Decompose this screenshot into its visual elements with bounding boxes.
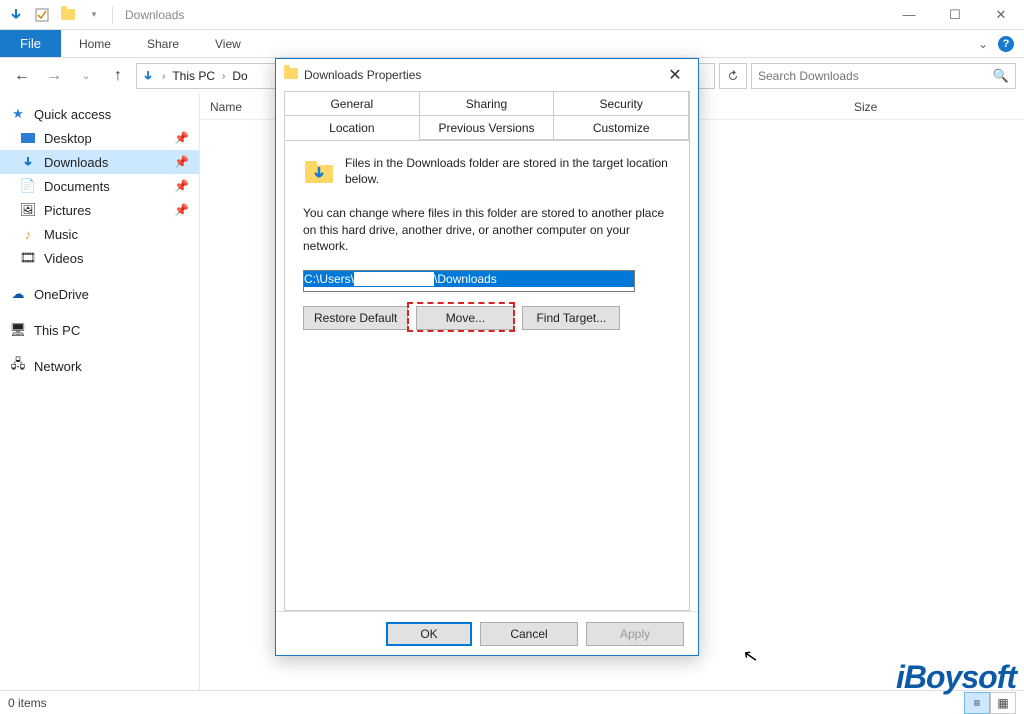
search-box[interactable]: 🔍 <box>751 63 1016 89</box>
sidebar: ★ Quick access Desktop 📌 Downloads 📌 📄 D… <box>0 94 200 690</box>
dialog-tabs: General Sharing Security Location Previo… <box>284 91 690 141</box>
close-button[interactable]: ✕ <box>978 0 1024 30</box>
sidebar-label: Network <box>34 359 82 374</box>
forward-button[interactable]: → <box>40 62 68 90</box>
sidebar-item-label: Pictures <box>44 203 91 218</box>
tab-previous-versions[interactable]: Previous Versions <box>419 115 555 140</box>
pin-icon: 📌 <box>174 203 189 217</box>
app-arrow-icon <box>4 3 28 27</box>
videos-icon: 🎞 <box>20 250 36 266</box>
sidebar-network[interactable]: 🖧 Network <box>0 354 199 378</box>
tab-general[interactable]: General <box>284 91 420 116</box>
ribbon: File Home Share View ⌄ ? <box>0 30 1024 58</box>
sidebar-onedrive[interactable]: ☁ OneDrive <box>0 282 199 306</box>
sidebar-thispc[interactable]: 🖥 This PC <box>0 318 199 342</box>
find-target-button[interactable]: Find Target... <box>522 306 620 330</box>
path-redacted <box>354 272 434 286</box>
info-text-1: Files in the Downloads folder are stored… <box>345 155 671 187</box>
up-button[interactable]: ↑ <box>104 62 132 90</box>
qa-dropdown-icon[interactable]: ▾ <box>82 3 106 27</box>
column-size[interactable]: Size <box>844 100 1024 114</box>
tab-customize[interactable]: Customize <box>553 115 689 140</box>
dialog-footer: OK Cancel Apply <box>276 611 698 655</box>
dialog-titlebar[interactable]: Downloads Properties ✕ <box>276 59 698 91</box>
path-part-1: C:\Users\ <box>304 272 354 286</box>
sidebar-item-videos[interactable]: 🎞 Videos <box>0 246 199 270</box>
tab-security[interactable]: Security <box>553 91 689 116</box>
title-bar: ▾ Downloads — ☐ ✕ <box>0 0 1024 30</box>
network-icon: 🖧 <box>10 358 26 374</box>
dialog-body: Files in the Downloads folder are stored… <box>284 141 690 611</box>
sidebar-label: OneDrive <box>34 287 89 302</box>
desktop-icon <box>20 130 36 146</box>
crumb-thispc[interactable]: This PC <box>172 69 215 83</box>
dialog-close-button[interactable]: ✕ <box>660 65 690 85</box>
ribbon-expand-icon[interactable]: ⌄ <box>978 37 988 51</box>
sidebar-item-label: Downloads <box>44 155 108 170</box>
pin-icon: 📌 <box>174 155 189 169</box>
ok-button[interactable]: OK <box>386 622 472 646</box>
dialog-folder-icon <box>284 68 298 82</box>
sidebar-item-label: Desktop <box>44 131 92 146</box>
sidebar-item-downloads[interactable]: Downloads 📌 <box>0 150 199 174</box>
qa-properties-icon[interactable] <box>30 3 54 27</box>
location-path-input[interactable]: C:\Users\ \Downloads <box>303 270 635 292</box>
sidebar-label: Quick access <box>34 107 111 122</box>
sidebar-item-pictures[interactable]: 🖼 Pictures 📌 <box>0 198 199 222</box>
back-button[interactable]: ← <box>8 62 36 90</box>
tab-view[interactable]: View <box>197 30 259 57</box>
move-button[interactable]: Move... <box>416 306 514 330</box>
sidebar-quick-access[interactable]: ★ Quick access <box>0 102 199 126</box>
sidebar-item-label: Music <box>44 227 78 242</box>
refresh-button[interactable] <box>719 63 747 89</box>
info-text-2: You can change where files in this folde… <box>303 205 671 254</box>
help-icon[interactable]: ? <box>998 36 1014 52</box>
pc-icon: 🖥 <box>10 322 26 338</box>
apply-button[interactable]: Apply <box>586 622 684 646</box>
file-tab[interactable]: File <box>0 30 61 57</box>
sidebar-item-music[interactable]: ♪ Music <box>0 222 199 246</box>
path-part-2: \Downloads <box>434 272 497 286</box>
download-icon <box>20 154 36 170</box>
document-icon: 📄 <box>20 178 36 194</box>
maximize-button[interactable]: ☐ <box>932 0 978 30</box>
pin-icon: 📌 <box>174 131 189 145</box>
search-input[interactable] <box>758 69 958 83</box>
restore-default-button[interactable]: Restore Default <box>303 306 408 330</box>
cancel-button[interactable]: Cancel <box>480 622 578 646</box>
cloud-icon: ☁ <box>10 286 26 302</box>
star-icon: ★ <box>10 106 26 122</box>
downloads-folder-icon <box>303 155 335 187</box>
minimize-button[interactable]: — <box>886 0 932 30</box>
sidebar-item-documents[interactable]: 📄 Documents 📌 <box>0 174 199 198</box>
sidebar-item-desktop[interactable]: Desktop 📌 <box>0 126 199 150</box>
watermark: iBoysoft <box>896 659 1016 696</box>
sidebar-item-label: Videos <box>44 251 84 266</box>
crumb-sep-icon: › <box>159 71 168 82</box>
tab-location[interactable]: Location <box>284 115 420 140</box>
tab-sharing[interactable]: Sharing <box>419 91 555 116</box>
dialog-title-text: Downloads Properties <box>304 68 421 82</box>
tab-share[interactable]: Share <box>129 30 197 57</box>
window-title: Downloads <box>125 8 184 22</box>
status-items: 0 items <box>8 696 47 710</box>
search-icon: 🔍 <box>993 68 1009 84</box>
pin-icon: 📌 <box>174 179 189 193</box>
tab-home[interactable]: Home <box>61 30 129 57</box>
crumb-downloads[interactable]: Do <box>232 69 247 83</box>
status-bar: 0 items ≡ ▦ <box>0 690 1024 714</box>
sidebar-label: This PC <box>34 323 80 338</box>
properties-dialog: Downloads Properties ✕ General Sharing S… <box>275 58 699 656</box>
crumb-sep-icon: › <box>219 71 228 82</box>
music-icon: ♪ <box>20 226 36 242</box>
path-arrow-icon <box>141 69 155 83</box>
sidebar-item-label: Documents <box>44 179 110 194</box>
history-dropdown-icon[interactable]: ⌄ <box>72 62 100 90</box>
pictures-icon: 🖼 <box>20 202 36 218</box>
qa-folder-icon[interactable] <box>56 3 80 27</box>
